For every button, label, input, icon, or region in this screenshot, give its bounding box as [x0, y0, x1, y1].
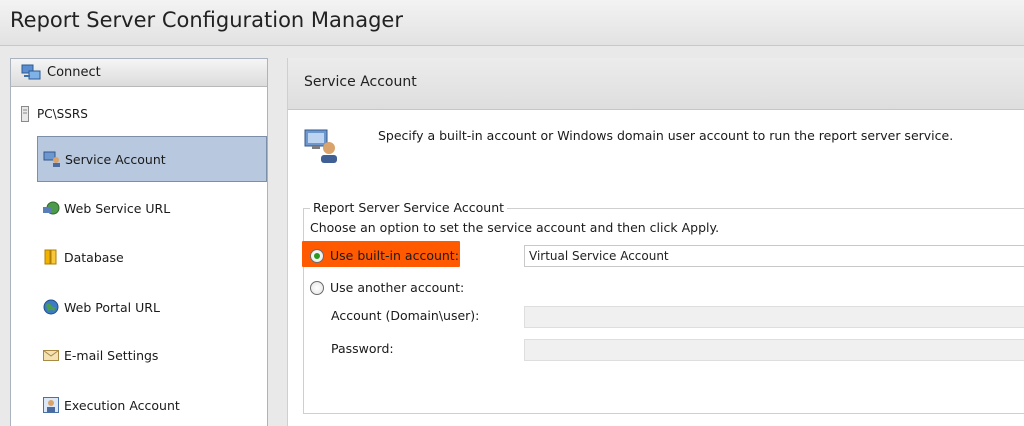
intro-text: Specify a built-in account or Windows do… [378, 128, 954, 143]
sidebar-item-service-account[interactable]: Service Account [37, 136, 267, 182]
server-name: PC\SSRS [37, 107, 88, 121]
sidebar-item-email-settings[interactable]: E-mail Settings [37, 333, 267, 379]
service-account-icon [304, 129, 337, 163]
connect-label: Connect [47, 65, 101, 80]
account-field[interactable] [524, 306, 1024, 328]
sidebar-item-web-portal-url[interactable]: Web Portal URL [37, 285, 267, 331]
sidebar-item-label: E-mail Settings [64, 348, 159, 363]
email-icon [43, 350, 59, 361]
builtin-account-label: Use built-in account: [330, 248, 459, 263]
sidebar-item-label: Service Account [65, 152, 166, 167]
group-description: Choose an option to set the service acco… [310, 220, 720, 235]
sidebar-item-execution-account[interactable]: Execution Account [37, 383, 267, 426]
connect-button[interactable]: Connect [11, 59, 267, 87]
account-label: Account (Domain\user): [331, 308, 480, 323]
password-field[interactable] [524, 339, 1024, 361]
database-icon [44, 249, 57, 265]
page-header: Service Account [288, 58, 1024, 110]
builtin-account-radio[interactable] [310, 249, 324, 263]
another-account-radio[interactable] [310, 281, 324, 295]
main-panel: Service Account Specify a built-in accou… [287, 58, 1024, 426]
page-title: Service Account [304, 74, 417, 90]
sidebar-item-database[interactable]: Database [37, 235, 267, 281]
group-legend: Report Server Service Account [310, 200, 508, 215]
service-account-icon [43, 151, 60, 167]
window-title: Report Server Configuration Manager [10, 8, 403, 32]
title-bar: Report Server Configuration Manager [0, 0, 1024, 46]
execution-account-icon [43, 397, 59, 413]
server-icon [21, 106, 29, 122]
sidebar: Connect PC\SSRS Service Account Web Serv… [10, 58, 268, 426]
sidebar-item-label: Web Service URL [64, 201, 171, 216]
sidebar-item-label: Database [64, 250, 124, 265]
connect-icon [21, 64, 41, 80]
sidebar-item-label: Execution Account [64, 398, 180, 413]
web-service-url-icon [43, 201, 60, 215]
globe-icon [43, 299, 59, 315]
sidebar-item-web-service-url[interactable]: Web Service URL [37, 186, 267, 232]
password-label: Password: [331, 341, 394, 356]
another-account-label: Use another account: [330, 280, 465, 295]
sidebar-item-label: Web Portal URL [64, 300, 160, 315]
builtin-account-select[interactable] [524, 245, 1024, 267]
